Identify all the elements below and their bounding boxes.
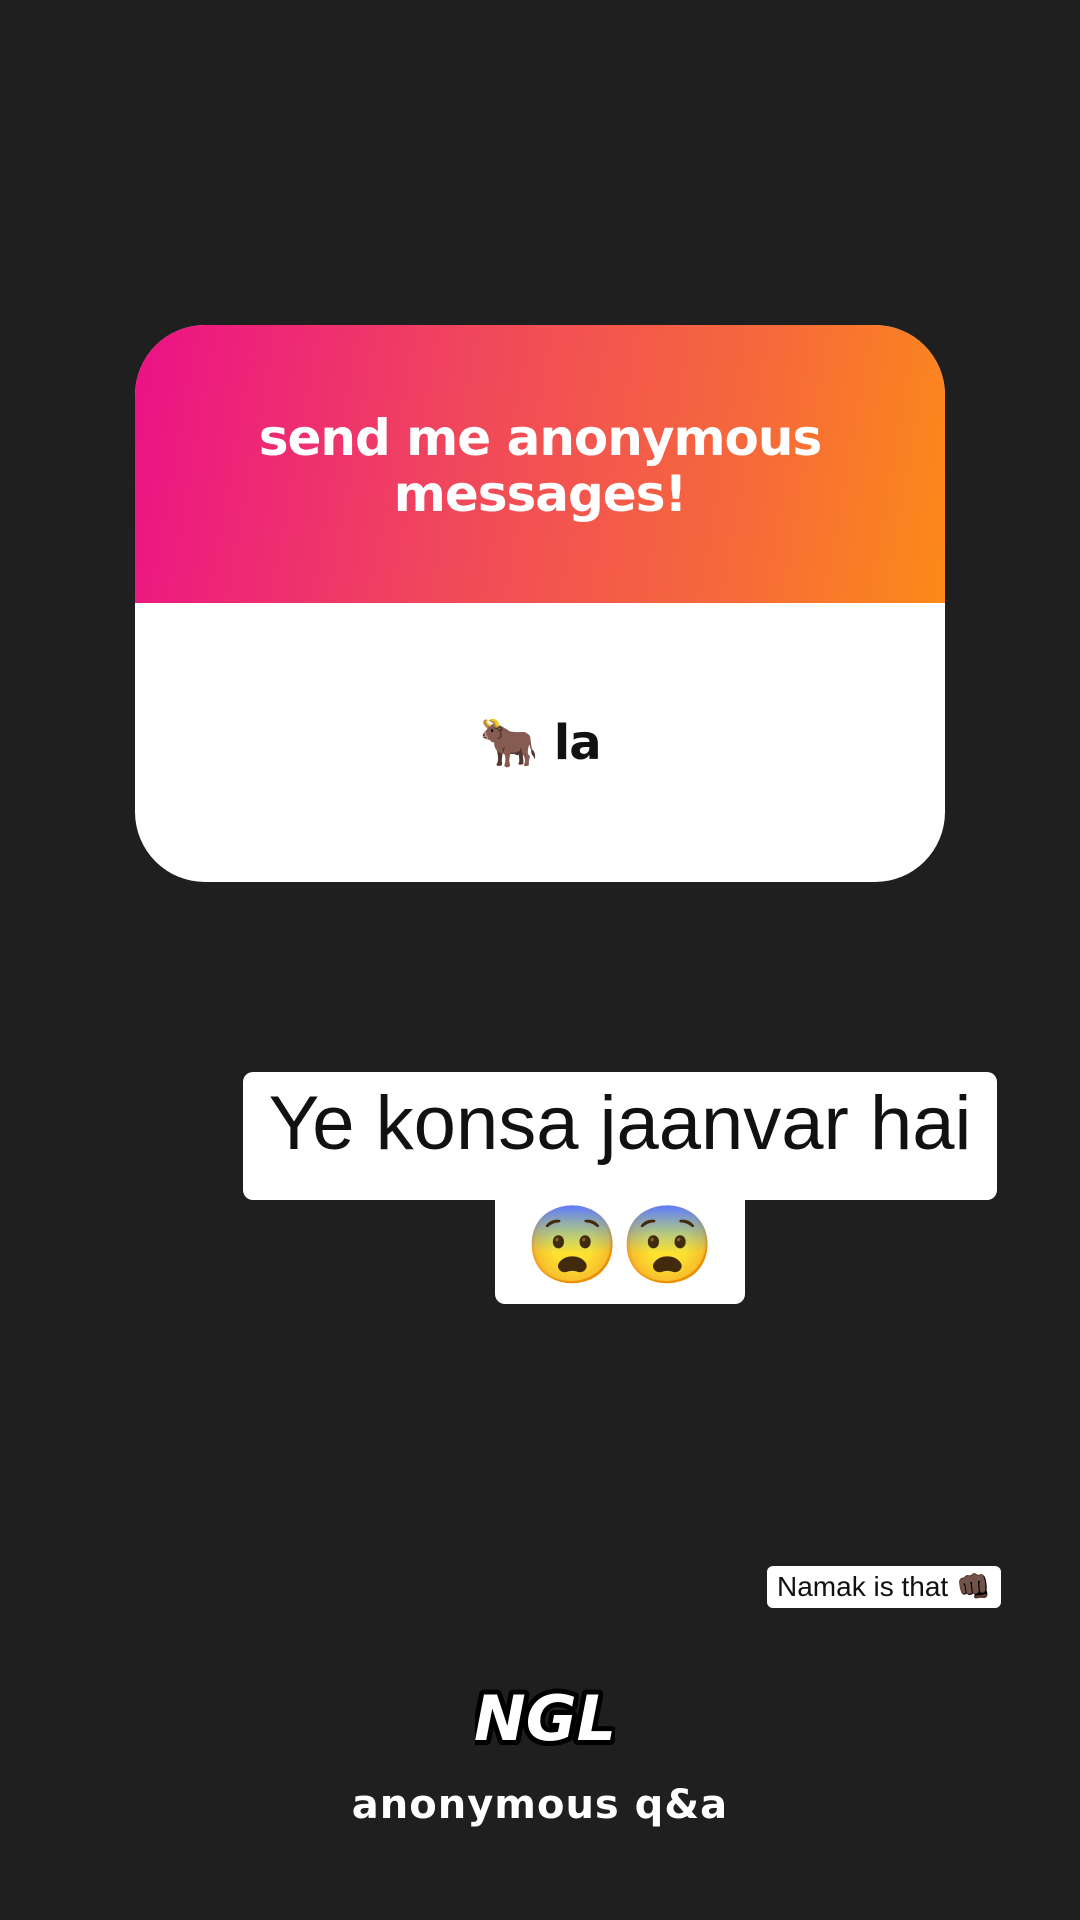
story-text-overlay[interactable]: Ye konsa jaanvar hai 😨😨 bbox=[226, 1072, 1014, 1304]
ngl-logo-icon: NGL bbox=[475, 1680, 615, 1760]
card-header: send me anonymous messages! bbox=[135, 325, 945, 603]
ngl-logo-text: NGL bbox=[475, 1682, 615, 1755]
card-body: 🐂 la bbox=[135, 603, 945, 882]
small-text-sticker[interactable]: Namak is that 👊🏿 bbox=[767, 1566, 1001, 1608]
ngl-question-card: send me anonymous messages! 🐂 la bbox=[135, 325, 945, 882]
ngl-logo: NGL bbox=[470, 1680, 620, 1760]
overlay-line-1: Ye konsa jaanvar hai bbox=[242, 1072, 998, 1200]
ngl-caption: anonymous q&a bbox=[351, 1782, 729, 1828]
overlay-line-2: 😨😨 bbox=[495, 1196, 745, 1304]
card-title: send me anonymous messages! bbox=[258, 409, 823, 523]
card-answer: 🐂 la bbox=[479, 715, 601, 771]
